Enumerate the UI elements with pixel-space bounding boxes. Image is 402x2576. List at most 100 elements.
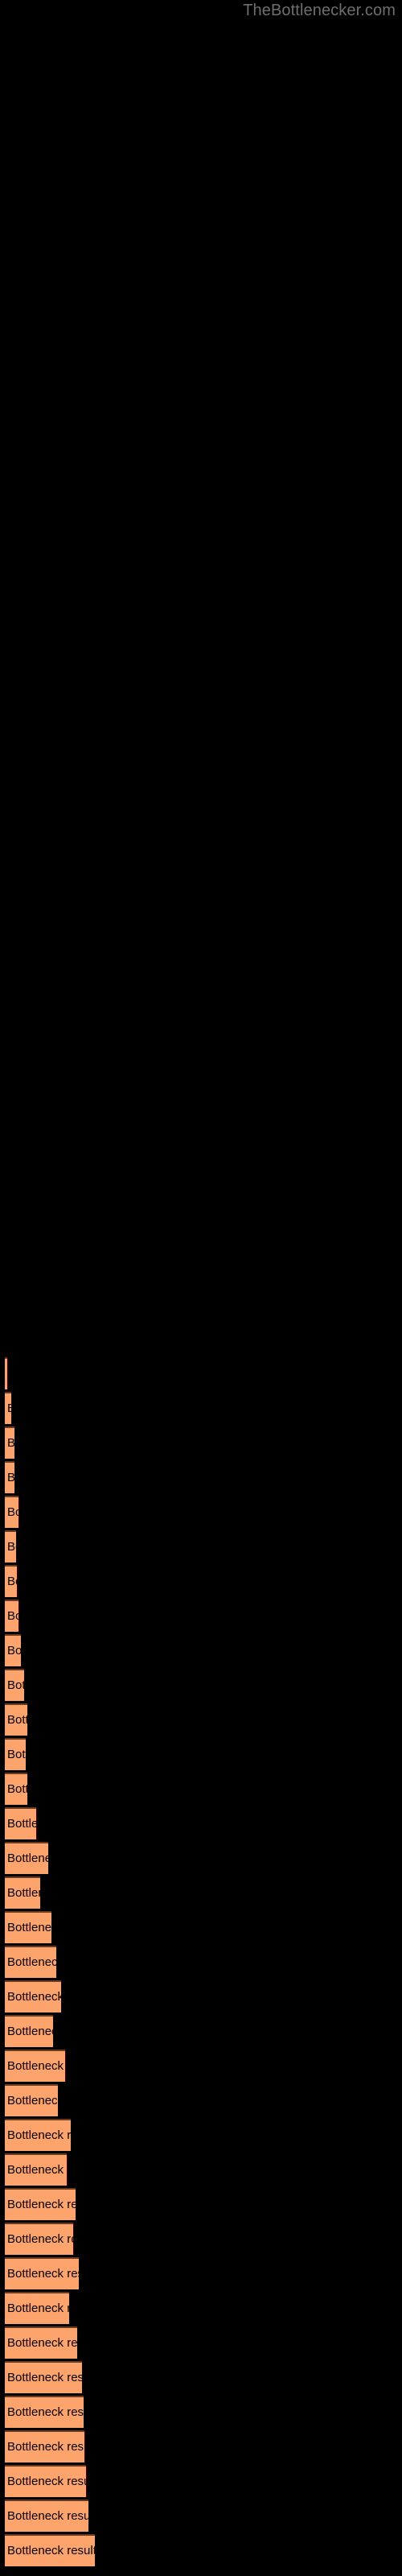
bar-label: Bottleneck result: [7, 1540, 16, 1554]
bar-row: Bottleneck result: [0, 2153, 402, 2186]
bar-row: Bottleneck result: [0, 1773, 402, 1805]
bar[interactable]: Bottleneck result: [5, 1876, 40, 1909]
bar-row: Bottleneck result: [0, 1842, 402, 1874]
bar-row: Bottleneck result: [0, 1946, 402, 1978]
bar-row: Bottleneck result: [0, 1600, 402, 1632]
bar-row: Bottleneck result: [0, 1357, 402, 1389]
bar[interactable]: Bottleneck result: [5, 1600, 18, 1632]
bar-row: Bottleneck result: [0, 2050, 402, 2082]
bar-row: Bottleneck result: [0, 2465, 402, 2497]
bar-row: Bottleneck result: [0, 1530, 402, 1563]
bar[interactable]: Bottleneck result: [5, 2500, 88, 2532]
bar[interactable]: Bottleneck result: [5, 2188, 76, 2220]
bottleneck-bar-chart: TheBottlenecker.com Bottleneck resultBot…: [0, 0, 402, 2576]
bar[interactable]: Bottleneck result: [5, 1565, 17, 1597]
bar[interactable]: Bottleneck result: [5, 1392, 11, 1424]
bar-label: Bottleneck result: [7, 1713, 27, 1727]
bar-row: Bottleneck result: [0, 1496, 402, 1528]
bar-label: Bottleneck result: [7, 2128, 71, 2142]
bar-label: Bottleneck result: [7, 1678, 24, 1692]
bar[interactable]: Bottleneck result: [5, 2084, 58, 2116]
bar-row: Bottleneck result: [0, 2396, 402, 2428]
bar[interactable]: Bottleneck result: [5, 1426, 14, 1459]
bar-label: Bottleneck result: [7, 2163, 67, 2177]
bar[interactable]: Bottleneck result: [5, 2465, 86, 2497]
bar[interactable]: Bottleneck result: [5, 1703, 27, 1736]
bar[interactable]: Bottleneck result: [5, 2361, 82, 2393]
bar[interactable]: Bottleneck result: [5, 1496, 18, 1528]
bar-row: Bottleneck result: [0, 2257, 402, 2289]
bar[interactable]: Bottleneck result: [5, 1669, 24, 1701]
bar-label: Bottleneck result: [7, 2094, 58, 2107]
bar-label: Bottleneck result: [7, 1782, 27, 1796]
bar-label: Bottleneck result: [7, 2301, 69, 2315]
bar-row: Bottleneck result: [0, 2119, 402, 2151]
bar-label: Bottleneck result: [7, 2025, 53, 2038]
bar-series-layer: Bottleneck result Bottleneck result Bottle…: [0, 0, 402, 2576]
bar-row: Bottleneck result: [0, 2500, 402, 2532]
bar[interactable]: Bottleneck result: [5, 1773, 27, 1805]
bar[interactable]: Bottleneck result: [5, 1357, 7, 1389]
bar-row: Bottleneck result: [0, 1461, 402, 1493]
bar[interactable]: Bottleneck result: [5, 2326, 77, 2359]
bar-label: Bottleneck result: [7, 1886, 40, 1900]
bar[interactable]: Bottleneck result: [5, 2153, 67, 2186]
bar-row: Bottleneck result: [0, 1634, 402, 1666]
bar-label: Bottleneck result: [7, 1921, 51, 1934]
bar[interactable]: Bottleneck result: [5, 1634, 21, 1666]
bar-label: Bottleneck result: [7, 2440, 84, 2454]
bar-label: Bottleneck result: [7, 1505, 18, 1519]
bar-row: Bottleneck result: [0, 2326, 402, 2359]
bar[interactable]: Bottleneck result: [5, 2015, 53, 2047]
bar-label: Bottleneck result: [7, 1748, 26, 1761]
bar[interactable]: Bottleneck result: [5, 1911, 51, 1943]
bar[interactable]: Bottleneck result: [5, 1530, 16, 1563]
bar-label: Bottleneck result: [7, 1435, 14, 1451]
bar-row: Bottleneck result: [0, 2292, 402, 2324]
bar-row: Bottleneck result: [0, 2015, 402, 2047]
bar-label: Bottleneck result: [7, 1817, 36, 1831]
bar-row: Bottleneck result: [0, 2430, 402, 2462]
bar-row: Bottleneck result: [0, 1426, 402, 1459]
bar-label: Bottleneck result: [7, 2059, 65, 2073]
bar-label: Bottleneck result: [7, 1644, 21, 1657]
bar-row: Bottleneck result: [0, 2361, 402, 2393]
bar[interactable]: Bottleneck result: [5, 2292, 69, 2324]
bar-label: Bottleneck result: [7, 2371, 82, 2384]
bar-label: Bottleneck result: [7, 1990, 61, 2004]
bar[interactable]: Bottleneck result: [5, 2534, 95, 2566]
bar[interactable]: Bottleneck result: [5, 1980, 61, 2013]
bar-row: Bottleneck result: [0, 1565, 402, 1597]
bar-row: Bottleneck result: [0, 2188, 402, 2220]
bar-row: Bottleneck result: [0, 2084, 402, 2116]
bar-row: Bottleneck result: [0, 1669, 402, 1701]
bar-label: Bottleneck result: [7, 2475, 86, 2488]
bar[interactable]: Bottleneck result: [5, 2257, 79, 2289]
bar-label: Bottleneck result: [7, 1955, 56, 1969]
bar-row: Bottleneck result: [0, 2534, 402, 2566]
bar-row: Bottleneck result: [0, 1738, 402, 1770]
bar-label: Bottleneck result: [7, 2509, 88, 2523]
bar[interactable]: Bottleneck result: [5, 2119, 71, 2151]
bar[interactable]: Bottleneck result: [5, 2396, 84, 2428]
bar-label: Bottleneck result: [7, 2198, 76, 2211]
bar[interactable]: Bottleneck result: [5, 1738, 26, 1770]
bar[interactable]: Bottleneck result: [5, 2223, 73, 2255]
bar-label: Bottleneck result: [7, 2232, 73, 2246]
bar-label: Bottleneck result: [7, 2405, 84, 2419]
bar[interactable]: Bottleneck result: [5, 2050, 65, 2082]
bar-label: Bottleneck result: [7, 2544, 95, 2557]
bar-label: Bottleneck result: [7, 2336, 77, 2350]
bar-row: Bottleneck result: [0, 1392, 402, 1424]
bar-label: Bottleneck result: [7, 2267, 79, 2281]
bar-row: Bottleneck result: [0, 2223, 402, 2255]
bar-row: Bottleneck result: [0, 1876, 402, 1909]
bar-row: Bottleneck result: [0, 1807, 402, 1839]
bar[interactable]: Bottleneck result: [5, 1842, 48, 1874]
bar[interactable]: Bottleneck result: [5, 1807, 36, 1839]
bar-row: Bottleneck result: [0, 1980, 402, 2013]
bar-label: Bottleneck result: [7, 1470, 14, 1485]
bar[interactable]: Bottleneck result: [5, 1461, 14, 1493]
bar[interactable]: Bottleneck result: [5, 2430, 84, 2462]
bar[interactable]: Bottleneck result: [5, 1946, 56, 1978]
